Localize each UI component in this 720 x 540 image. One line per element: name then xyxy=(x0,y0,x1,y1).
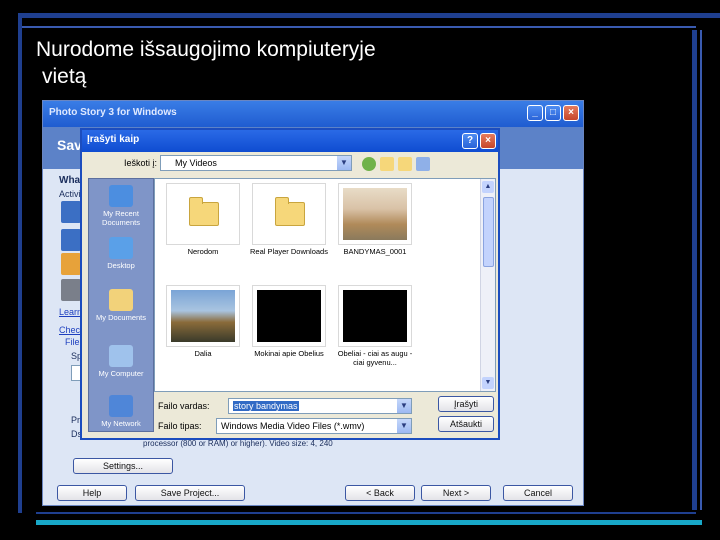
file-name: Mokinai apie Obelius xyxy=(254,349,324,358)
left-decor-bar xyxy=(18,13,22,513)
file-name: BANDYMAS_0001 xyxy=(343,247,407,256)
top-decor-bar xyxy=(18,13,720,18)
places-bar: My Recent Documents Desktop My Documents… xyxy=(88,178,154,432)
folder-icon xyxy=(189,197,219,226)
activity-icon-3[interactable] xyxy=(61,253,81,275)
desktop-icon xyxy=(109,237,133,259)
place-recent[interactable]: My Recent Documents xyxy=(89,185,153,227)
dialog-titlebar: Įrašyti kaip ? × xyxy=(82,130,498,152)
place-my-network[interactable]: My Network xyxy=(89,395,153,428)
file-item[interactable]: Mokinai apie Obelius xyxy=(249,285,329,358)
bottom-decor-bar xyxy=(36,520,702,525)
look-in-value: My Videos xyxy=(175,158,217,168)
file-name: Real Player Downloads xyxy=(250,247,328,256)
scroll-thumb[interactable] xyxy=(483,197,494,267)
save-as-dialog: Įrašyti kaip ? × Ieškoti į: My Videos ▼ … xyxy=(80,128,500,440)
close-button[interactable]: × xyxy=(563,105,579,121)
chevron-down-icon[interactable]: ▼ xyxy=(337,156,351,170)
place-desktop-label: Desktop xyxy=(107,261,135,270)
place-my-documents[interactable]: My Documents xyxy=(89,289,153,322)
file-thumb xyxy=(166,285,240,347)
photostory-title: Photo Story 3 for Windows xyxy=(49,107,177,118)
file-thumb xyxy=(252,183,326,245)
folder-icon xyxy=(275,197,305,226)
slide-title: Nurodome išsaugojimo kompiuteryje vietą xyxy=(36,36,476,90)
slide-title-line-1: Nurodome išsaugojimo kompiuteryje xyxy=(36,38,376,61)
file-thumb xyxy=(252,285,326,347)
new-folder-icon[interactable] xyxy=(398,157,412,171)
recent-documents-icon xyxy=(109,185,133,207)
place-my-network-label: My Network xyxy=(101,419,141,428)
place-recent-label: My Recent Documents xyxy=(102,209,140,227)
chevron-down-icon[interactable]: ▼ xyxy=(397,419,411,433)
activity-icon-1[interactable] xyxy=(61,201,81,223)
bottom-decor-line xyxy=(36,512,696,514)
scroll-down-icon[interactable]: ▼ xyxy=(482,377,494,389)
file-thumb xyxy=(338,183,412,245)
file-item[interactable]: Dalia xyxy=(163,285,243,358)
filename-value: story bandymas xyxy=(233,401,299,411)
dialog-help-button[interactable]: ? xyxy=(462,133,478,149)
filename-input[interactable]: story bandymas ▼ xyxy=(228,398,412,414)
file-name: Nerodom xyxy=(187,247,219,256)
dialog-title: Įrašyti kaip xyxy=(87,134,140,145)
filetype-value: Windows Media Video Files (*.wmv) xyxy=(221,421,365,431)
learn-link[interactable]: Learn xyxy=(59,307,82,317)
file-thumb xyxy=(166,183,240,245)
place-desktop[interactable]: Desktop xyxy=(89,237,153,270)
save-project-button[interactable]: Save Project... xyxy=(135,485,245,501)
slide-title-line-2: vietą xyxy=(42,65,87,88)
file-item[interactable]: Obeliai - ciai as augu - ciai gyvenu... xyxy=(335,285,415,367)
look-in-label: Ieškoti į: xyxy=(124,158,158,168)
photo-thumbnail xyxy=(343,188,407,240)
activity-icon-4[interactable] xyxy=(61,279,81,301)
minimize-button[interactable]: _ xyxy=(527,105,543,121)
video-thumbnail xyxy=(257,290,321,342)
what-label: Wha xyxy=(59,175,81,186)
photostory-titlebar: Photo Story 3 for Windows _ □ × xyxy=(43,101,583,127)
chevron-down-icon[interactable]: ▼ xyxy=(397,399,411,413)
back-arrow-icon[interactable] xyxy=(362,157,376,171)
filetype-select[interactable]: Windows Media Video Files (*.wmv) ▼ xyxy=(216,418,412,434)
file-list-scrollbar[interactable]: ▲ ▼ xyxy=(480,179,495,391)
help-button[interactable]: Help xyxy=(57,485,127,501)
info-text: processor (800 or RAM) or higher). Video… xyxy=(143,439,333,448)
file-list: Nerodom Real Player Downloads BANDYMAS_0… xyxy=(154,178,496,392)
filetype-label: Failo tipas: xyxy=(158,421,202,431)
maximize-button[interactable]: □ xyxy=(545,105,561,121)
place-my-computer-label: My Computer xyxy=(98,369,144,378)
dialog-save-button[interactable]: Įrašyti xyxy=(438,396,494,412)
settings-button[interactable]: Settings... xyxy=(73,458,173,474)
up-folder-icon[interactable] xyxy=(380,157,394,171)
scroll-up-icon[interactable]: ▲ xyxy=(482,181,494,193)
video-thumbnail xyxy=(343,290,407,342)
cancel-button[interactable]: Cancel xyxy=(503,485,573,501)
right-decor-bar xyxy=(692,30,697,510)
file-item[interactable]: Real Player Downloads xyxy=(249,183,329,256)
dialog-cancel-button[interactable]: Atšaukti xyxy=(438,416,494,432)
file-name: Dalia xyxy=(194,349,212,358)
my-computer-icon xyxy=(109,345,133,367)
view-menu-icon[interactable] xyxy=(416,157,430,171)
my-network-icon xyxy=(109,395,133,417)
my-documents-icon xyxy=(109,289,133,311)
file-thumb xyxy=(338,285,412,347)
look-in-combo[interactable]: My Videos ▼ xyxy=(160,155,352,171)
next-button[interactable]: Next > xyxy=(421,485,491,501)
file-item[interactable]: Nerodom xyxy=(163,183,243,256)
file-label: File xyxy=(65,337,80,347)
back-button[interactable]: < Back xyxy=(345,485,415,501)
activity-icon-2[interactable] xyxy=(61,229,81,251)
filename-label: Failo vardas: xyxy=(158,401,210,411)
place-my-computer[interactable]: My Computer xyxy=(89,345,153,378)
file-name: Obeliai - ciai as augu - ciai gyvenu... xyxy=(337,349,413,367)
dialog-close-button[interactable]: × xyxy=(480,133,496,149)
place-my-documents-label: My Documents xyxy=(95,313,146,322)
top-decor-line xyxy=(20,26,696,28)
photo-thumbnail xyxy=(171,290,235,342)
file-item[interactable]: BANDYMAS_0001 xyxy=(335,183,415,256)
right-decor-line xyxy=(700,30,702,510)
pr-label: Pr xyxy=(71,415,80,425)
